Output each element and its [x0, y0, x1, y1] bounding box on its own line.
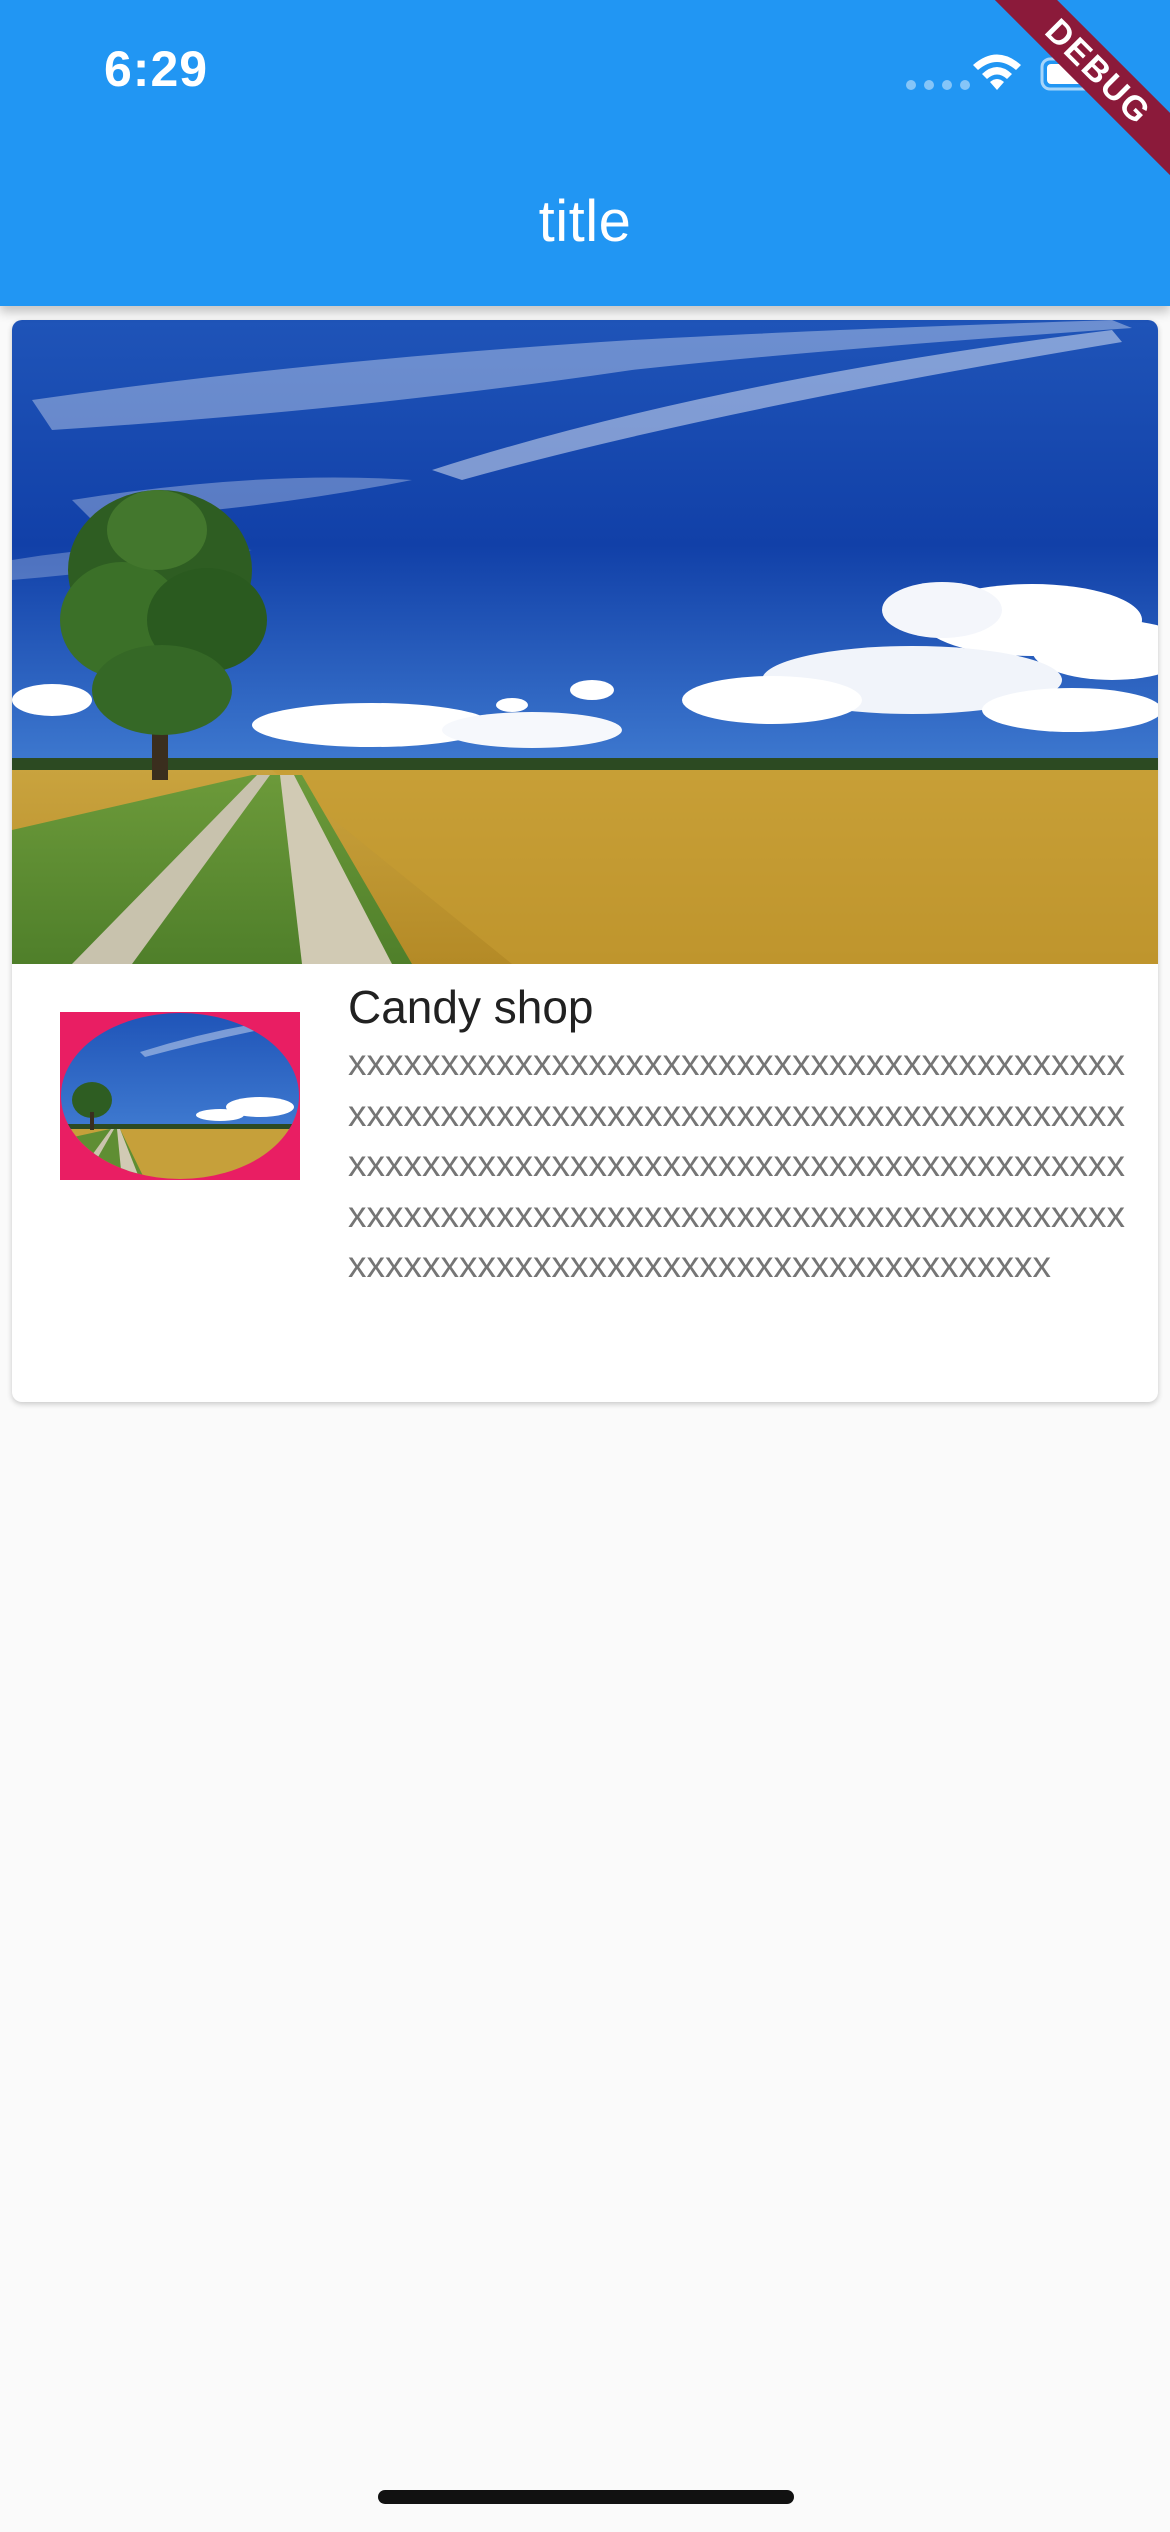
- hero-image: [12, 320, 1158, 964]
- cellular-signal-icon: [906, 80, 970, 90]
- card-description: xxxxxxxxxxxxxxxxxxxxxxxxxxxxxxxxxxxxxxxx…: [348, 1042, 1125, 1285]
- debug-banner: DEBUG: [990, 0, 1170, 180]
- app-screen: 6:29 title DEBUG Candy shop xxxxxxxxxxxx…: [0, 0, 1170, 2532]
- home-indicator[interactable]: [378, 2490, 794, 2504]
- status-bar-time: 6:29: [104, 41, 209, 97]
- card-title: Candy shop: [348, 981, 594, 1033]
- page-title: title: [538, 189, 632, 254]
- debug-banner-label: DEBUG: [990, 0, 1170, 180]
- thumbnail-image: [60, 1012, 300, 1180]
- product-card[interactable]: Candy shop xxxxxxxxxxxxxxxxxxxxxxxxxxxxx…: [12, 320, 1158, 1402]
